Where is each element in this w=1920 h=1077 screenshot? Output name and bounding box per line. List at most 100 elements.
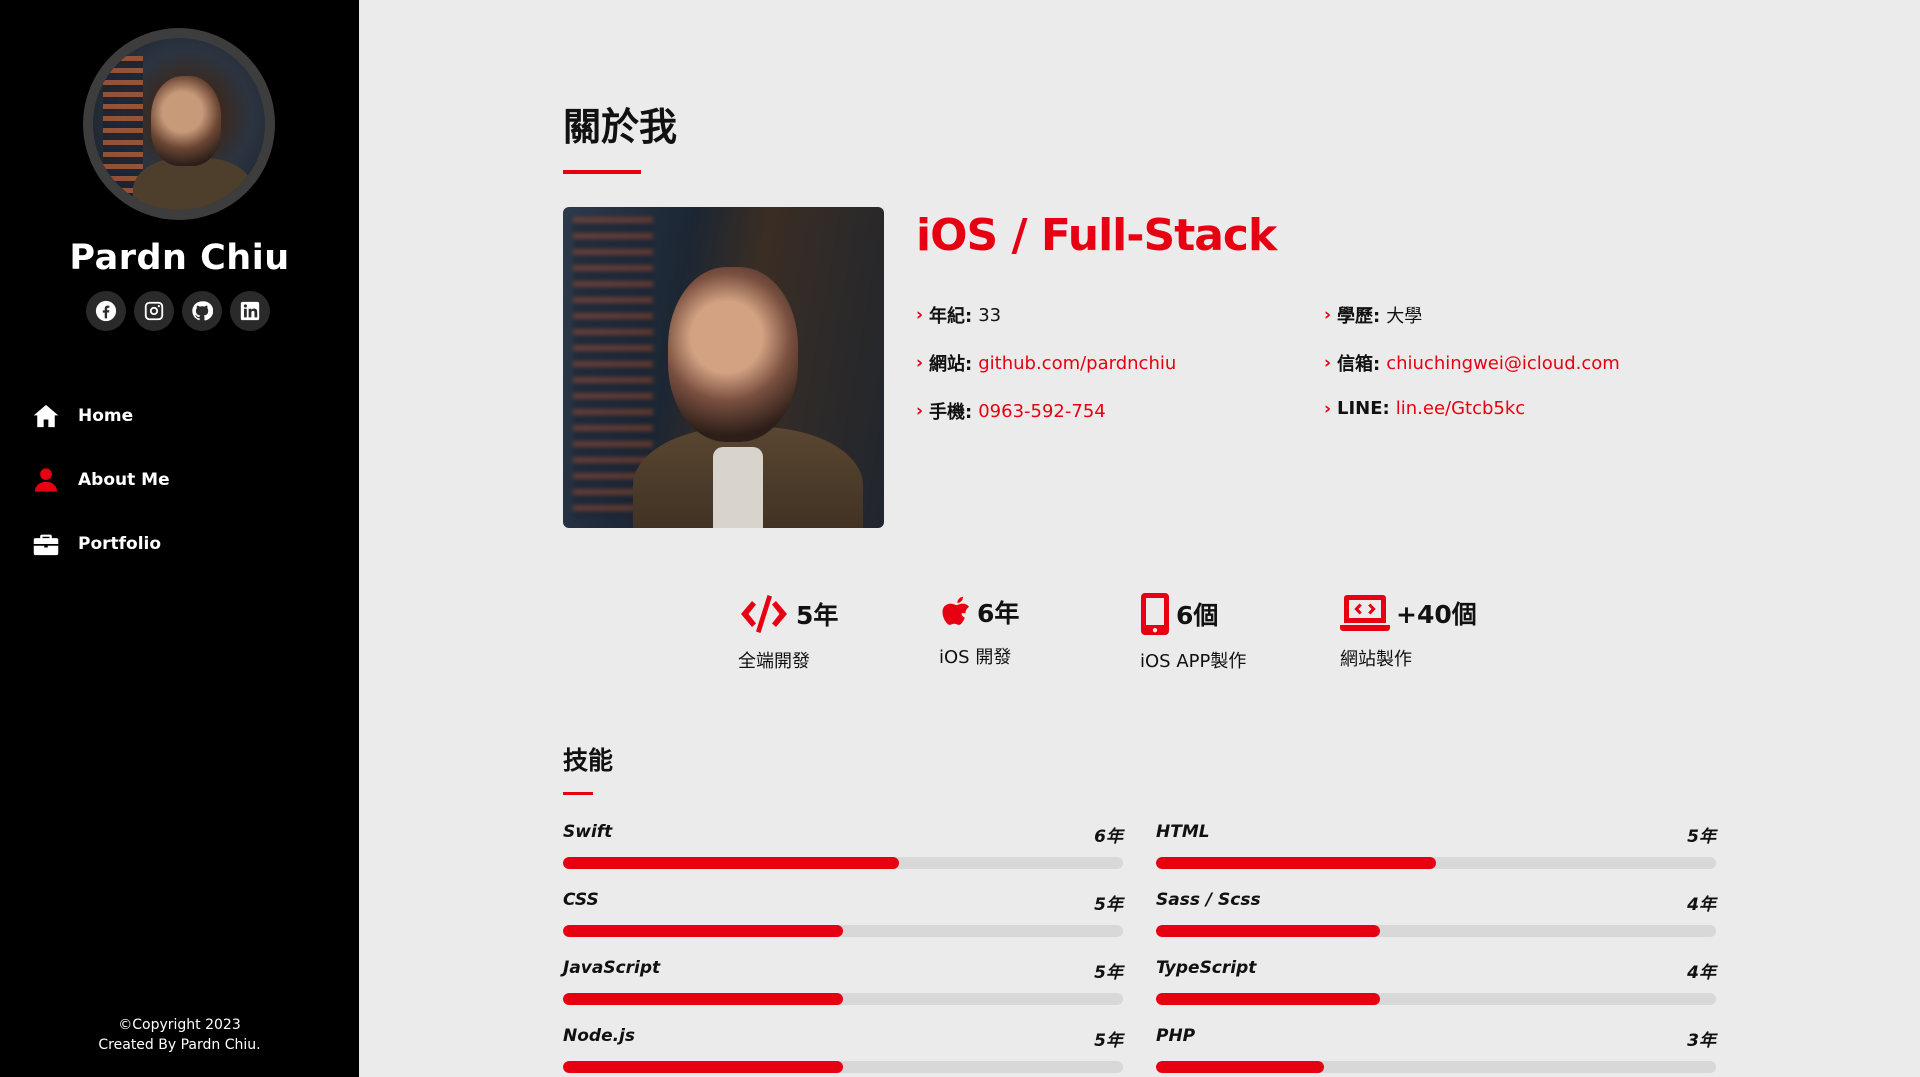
skill-header: HTML 5年 (1156, 822, 1716, 847)
facebook-icon[interactable] (86, 291, 126, 331)
skill-name: TypeScript (1156, 958, 1257, 978)
skill-years: 4年 (1687, 895, 1716, 915)
apple-icon (942, 596, 970, 625)
skill-years: 5年 (1094, 963, 1123, 983)
website-link[interactable]: github.com/pardnchiu (978, 353, 1176, 374)
skill-name: Sass / Scss (1156, 890, 1261, 910)
skill-progress-fill (563, 925, 843, 937)
info-value: 33 (978, 304, 1002, 326)
skill-header: Sass / Scss 4年 (1156, 890, 1716, 915)
email-link[interactable]: chiuchingwei@icloud.com (1386, 353, 1620, 374)
skill-item: JavaScript 5年 (563, 958, 1123, 1005)
stat-number: 6年 (977, 599, 1020, 628)
skill-header: JavaScript 5年 (563, 958, 1123, 983)
main-nav: Home About Me Portfolio (32, 384, 170, 576)
stat-number: 5年 (796, 601, 839, 630)
user-icon (34, 468, 58, 492)
skill-name: HTML (1156, 822, 1210, 842)
info-website: › 網站: github.com/pardnchiu (916, 350, 1176, 376)
skill-progress-fill (1156, 993, 1380, 1005)
skill-progress-fill (1156, 925, 1380, 937)
stat-fullstack: 5年 全端開發 (738, 593, 838, 673)
skill-progress-track (1156, 925, 1716, 937)
created-by-line: Created By Pardn Chiu. (98, 1037, 261, 1053)
info-email: › 信箱: chiuchingwei@icloud.com (1324, 350, 1620, 376)
skill-progress-track (563, 993, 1123, 1005)
skill-item: CSS 5年 (563, 890, 1123, 937)
skill-name: CSS (563, 890, 599, 910)
skill-progress-fill (563, 857, 899, 869)
skill-years: 5年 (1687, 827, 1716, 847)
skill-item: Sass / Scss 4年 (1156, 890, 1716, 937)
social-links (86, 291, 270, 331)
avatar (83, 28, 275, 220)
skill-years: 5年 (1094, 895, 1123, 915)
info-label: 網站: (929, 354, 973, 375)
phone-link[interactable]: 0963-592-754 (978, 401, 1106, 422)
title-underline (563, 170, 641, 174)
profile-name: Pardn Chiu (69, 238, 290, 278)
stat-caption: iOS APP製作 (1140, 651, 1247, 672)
skill-name: JavaScript (563, 958, 661, 978)
home-icon (33, 404, 59, 428)
profile-photo (563, 207, 884, 528)
skill-progress-track (563, 925, 1123, 937)
copyright-line: ©Copyright 2023 (118, 1017, 241, 1033)
nav-item-label: About Me (78, 470, 170, 490)
chevron-right-icon: › (916, 401, 924, 421)
skill-name: Swift (563, 822, 613, 842)
skill-progress-fill (563, 993, 843, 1005)
info-phone: › 手機: 0963-592-754 (916, 398, 1106, 424)
info-label: 手機: (929, 402, 973, 423)
code-icon (741, 595, 787, 633)
info-age: › 年紀: 33 (916, 302, 1001, 328)
stat-app: 6個 iOS APP製作 (1140, 593, 1246, 673)
skill-name: PHP (1156, 1026, 1196, 1046)
briefcase-icon (33, 534, 59, 556)
skills-underline (563, 792, 593, 795)
skill-progress-fill (1156, 1061, 1324, 1073)
mobile-icon (1141, 593, 1169, 635)
nav-item-home[interactable]: Home (32, 384, 170, 448)
skill-progress-fill (1156, 857, 1436, 869)
stat-caption: iOS 開發 (939, 647, 1012, 668)
instagram-icon[interactable] (134, 291, 174, 331)
skill-header: CSS 5年 (563, 890, 1123, 915)
skill-years: 4年 (1687, 963, 1716, 983)
line-link[interactable]: lin.ee/Gtcb5kc (1396, 398, 1525, 419)
skill-progress-track (1156, 993, 1716, 1005)
skill-progress-track (563, 857, 1123, 869)
stat-caption: 網站製作 (1340, 649, 1412, 670)
skill-header: TypeScript 4年 (1156, 958, 1716, 983)
laptop-code-icon (1340, 595, 1390, 631)
skill-header: Swift 6年 (563, 822, 1123, 847)
skill-progress-track (1156, 857, 1716, 869)
skill-years: 5年 (1094, 1031, 1123, 1051)
nav-item-about[interactable]: About Me (32, 448, 170, 512)
chevron-right-icon: › (916, 353, 924, 373)
skill-item: Swift 6年 (563, 822, 1123, 869)
chevron-right-icon: › (1324, 353, 1332, 373)
github-icon[interactable] (182, 291, 222, 331)
nav-item-label: Home (78, 406, 134, 426)
stat-web: +40個 網站製作 (1340, 593, 1477, 671)
nav-item-label: Portfolio (78, 534, 162, 554)
chevron-right-icon: › (1324, 305, 1332, 325)
stat-ios: 6年 iOS 開發 (939, 593, 1019, 669)
info-line: › LINE: lin.ee/Gtcb5kc (1324, 398, 1525, 419)
stat-caption: 全端開發 (738, 651, 810, 672)
skill-progress-track (563, 1061, 1123, 1073)
skill-years: 6年 (1094, 827, 1123, 847)
nav-item-portfolio[interactable]: Portfolio (32, 512, 170, 576)
skill-name: Node.js (563, 1026, 636, 1046)
stat-number: +40個 (1396, 600, 1477, 629)
sidebar: Pardn Chiu Home About Me Portfolio ©Copy… (0, 0, 359, 1077)
info-value: 大學 (1386, 306, 1423, 327)
skill-progress-track (1156, 1061, 1716, 1073)
skill-item: Node.js 5年 (563, 1026, 1123, 1073)
skill-years: 3年 (1687, 1031, 1716, 1051)
chevron-right-icon: › (916, 305, 924, 325)
role-heading: iOS / Full-Stack (916, 210, 1277, 261)
linkedin-icon[interactable] (230, 291, 270, 331)
skill-header: PHP 3年 (1156, 1026, 1716, 1051)
